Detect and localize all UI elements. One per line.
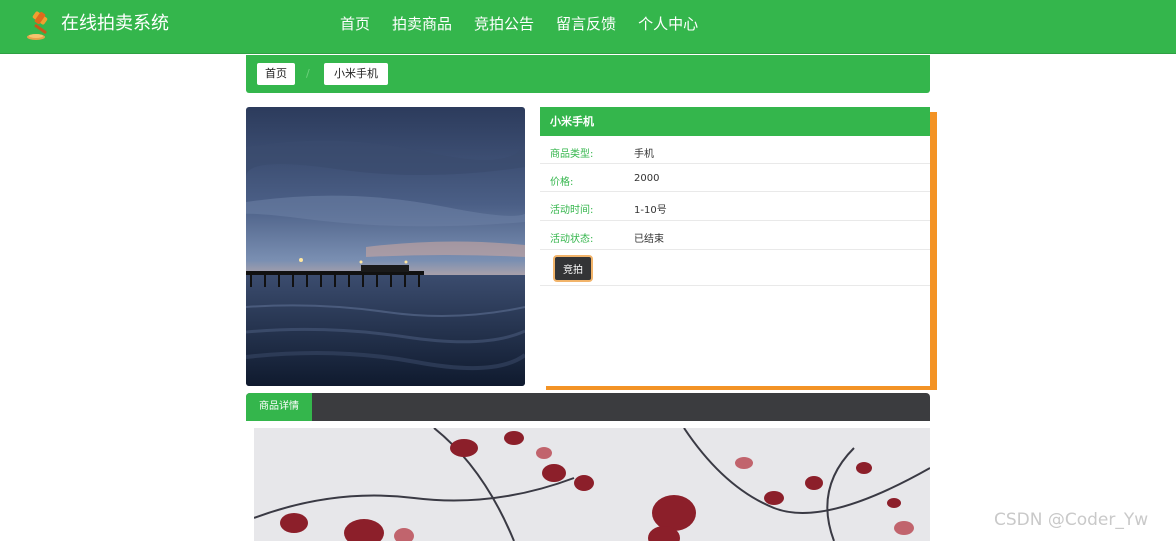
field-value: 2000	[634, 173, 660, 184]
field-row-type: 商品类型: 手机	[540, 136, 930, 164]
detail-tab-bar: 商品详情	[246, 393, 930, 421]
nav-bid-announcements[interactable]: 竞拍公告	[474, 14, 534, 34]
nav-personal-center[interactable]: 个人中心	[638, 14, 698, 34]
field-label: 活动时间:	[550, 205, 594, 216]
field-value: 1-10号	[634, 205, 667, 216]
field-row-status: 活动状态: 已结束	[540, 221, 930, 250]
top-navigation-bar: 在线拍卖系统 首页 拍卖商品 竞拍公告 留言反馈 个人中心	[0, 0, 1176, 54]
field-label: 商品类型:	[550, 149, 594, 160]
breadcrumb-current: 小米手机	[324, 63, 388, 85]
breadcrumb: 首页 / 小米手机	[246, 55, 930, 93]
field-label: 价格:	[550, 177, 574, 188]
field-row-time: 活动时间: 1-10号	[540, 192, 930, 221]
bid-action-row: 竞拍	[540, 250, 930, 286]
nav-feedback[interactable]: 留言反馈	[556, 14, 616, 34]
bid-button[interactable]: 竞拍	[553, 255, 593, 282]
product-info-panel: 小米手机 商品类型: 手机 价格: 2000 活动时间: 1-10号 活动状态:…	[540, 107, 930, 386]
field-label: 活动状态:	[550, 234, 594, 245]
field-value: 手机	[634, 149, 654, 160]
csdn-watermark: CSDN @Coder_Yw	[994, 510, 1149, 530]
field-value: 已结束	[634, 234, 664, 245]
nav-auction-items[interactable]: 拍卖商品	[392, 14, 452, 34]
main-nav: 首页 拍卖商品 竞拍公告 留言反馈 个人中心	[340, 14, 720, 34]
product-detail-image	[254, 428, 930, 541]
product-image	[246, 107, 525, 386]
breadcrumb-home[interactable]: 首页	[257, 63, 295, 85]
site-title: 在线拍卖系统	[61, 13, 169, 34]
product-title: 小米手机	[540, 107, 930, 136]
auction-gavel-icon	[27, 11, 48, 40]
field-row-price: 价格: 2000	[540, 164, 930, 192]
breadcrumb-separator: /	[306, 67, 310, 80]
nav-home[interactable]: 首页	[340, 14, 370, 34]
tab-product-details[interactable]: 商品详情	[246, 393, 312, 421]
